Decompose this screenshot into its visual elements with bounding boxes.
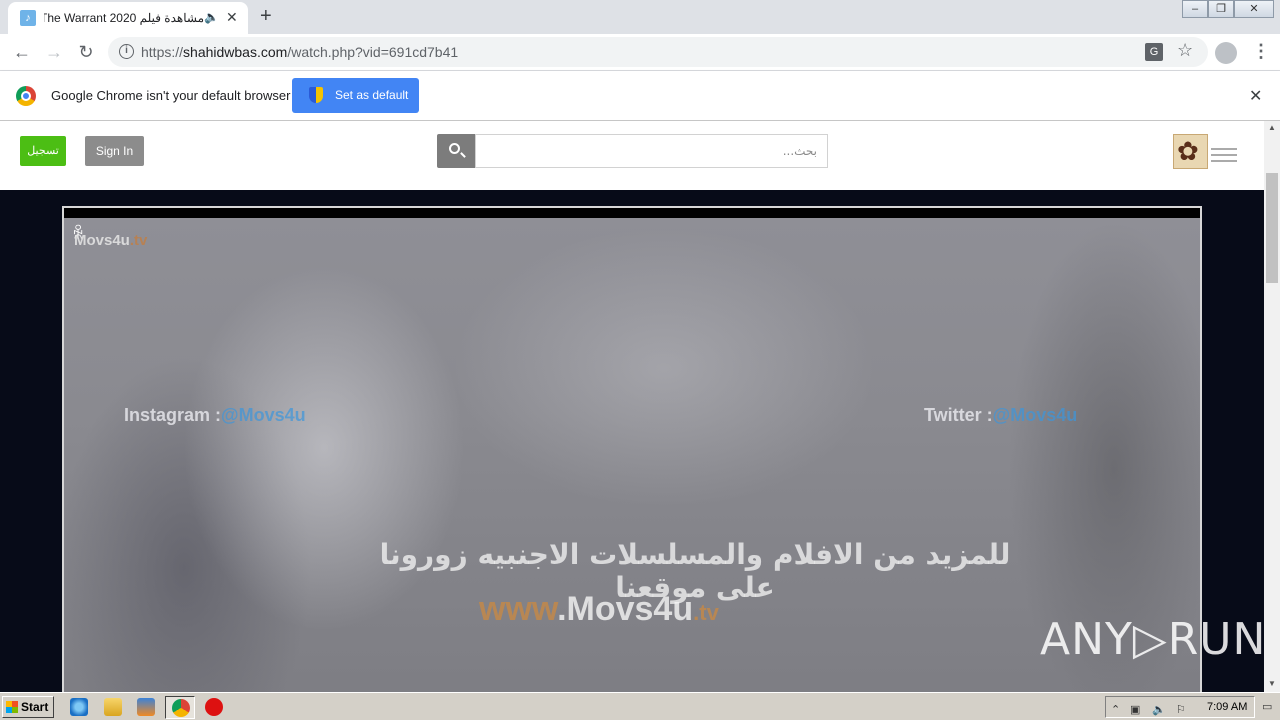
action-center-flag-icon[interactable]: ⚐ xyxy=(1176,703,1186,716)
video-frame[interactable]: ꆜ Movs4u.tv Instagram :@Movs4u Twitter :… xyxy=(64,218,1200,692)
forward-arrow-icon[interactable]: → xyxy=(42,40,66,64)
reload-icon[interactable]: ↻ xyxy=(74,40,98,64)
default-browser-infobar: Google Chrome isn't your default browser… xyxy=(0,71,1280,121)
site-info-icon[interactable]: i xyxy=(119,44,134,59)
url-scheme: https:// xyxy=(141,44,184,60)
windows-taskbar: Start ⌃ ▣ 🔈 ⚐ 7:09 AM ▭ xyxy=(0,692,1280,720)
file-explorer-icon[interactable] xyxy=(104,698,122,716)
show-desktop-icon[interactable]: ▭ xyxy=(1262,700,1272,713)
chrome-taskbar-icon xyxy=(172,699,190,717)
search-icon xyxy=(449,143,460,154)
url-main: .Movs4u xyxy=(557,590,694,628)
browser-toolbar: ← → ↻ i https://shahidwbas.com/watch.php… xyxy=(0,34,1280,71)
address-bar[interactable]: i https://shahidwbas.com/watch.php?vid=6… xyxy=(108,37,1208,67)
url-text[interactable]: https://shahidwbas.com/watch.php?vid=691… xyxy=(141,44,458,60)
volume-icon[interactable]: 🔈 xyxy=(1152,703,1166,716)
infobar-message: Google Chrome isn't your default browser xyxy=(51,88,291,103)
opera-icon[interactable] xyxy=(205,698,223,716)
player-top-bar xyxy=(64,208,1200,218)
anyrun-watermark: ANY▷RUN xyxy=(1040,614,1267,665)
page-viewport: تسجيل Sign In ꆜ Movs4u.tv Instagram :@Mo… xyxy=(0,121,1264,692)
watermark-text: Movs4u xyxy=(74,232,130,249)
twitter-handle: @Movs4u xyxy=(992,405,1078,425)
uac-shield-icon xyxy=(309,87,323,103)
instagram-label: Instagram : xyxy=(124,405,222,425)
url-path: /watch.php?vid=691cd7b41 xyxy=(287,44,459,60)
music-favicon-icon: ♪ xyxy=(20,10,36,26)
restore-window-button[interactable]: ❐ xyxy=(1208,0,1234,18)
site-logo[interactable] xyxy=(1173,134,1208,169)
page-scrollbar[interactable]: ▲ ▼ xyxy=(1264,121,1280,692)
video-player[interactable]: ꆜ Movs4u.tv Instagram :@Movs4u Twitter :… xyxy=(62,206,1202,692)
search-button[interactable] xyxy=(437,134,475,168)
url-host: shahidwbas.com xyxy=(183,44,288,60)
media-player-icon[interactable] xyxy=(137,698,155,716)
movs4u-url-overlay: www.Movs4u.tv xyxy=(479,590,719,629)
bookmark-star-icon[interactable]: ☆ xyxy=(1177,40,1193,61)
hamburger-menu-icon[interactable] xyxy=(1211,148,1237,162)
scroll-down-arrow-icon[interactable]: ▼ xyxy=(1268,679,1276,688)
site-header: تسجيل Sign In xyxy=(0,121,1264,190)
tab-title: مشاهدة فيلم The Warrant 2020 xyxy=(44,11,204,25)
windows-logo-icon xyxy=(6,701,18,713)
back-arrow-icon[interactable]: ← xyxy=(10,40,34,64)
watermark-suffix: .tv xyxy=(129,232,148,249)
internet-explorer-icon[interactable] xyxy=(70,698,88,716)
corner-watermark: Movs4u.tv xyxy=(74,232,147,249)
instagram-caption: Instagram :@Movs4u xyxy=(124,405,306,426)
scroll-up-arrow-icon[interactable]: ▲ xyxy=(1268,123,1276,132)
twitter-caption: Twitter :@Movs4u xyxy=(924,405,1077,426)
minimize-window-button[interactable]: – xyxy=(1182,0,1208,18)
start-button[interactable]: Start xyxy=(2,696,54,718)
taskbar-clock[interactable]: 7:09 AM xyxy=(1207,701,1247,713)
url-suffix: .tv xyxy=(693,600,719,625)
start-label: Start xyxy=(21,700,49,714)
speaker-icon[interactable]: 🔈 xyxy=(204,10,219,24)
set-as-default-button[interactable]: Set as default xyxy=(292,78,419,113)
sign-in-button[interactable]: Sign In xyxy=(85,136,144,166)
profile-avatar-icon[interactable] xyxy=(1215,42,1237,64)
new-tab-button[interactable]: + xyxy=(260,5,272,28)
instagram-handle: @Movs4u xyxy=(221,405,306,425)
register-button[interactable]: تسجيل xyxy=(20,136,66,166)
close-infobar-icon[interactable]: ✕ xyxy=(1249,86,1262,106)
close-tab-icon[interactable]: ✕ xyxy=(226,9,238,26)
tray-expand-icon[interactable]: ⌃ xyxy=(1111,703,1120,716)
search-input[interactable] xyxy=(475,134,828,168)
tab-active[interactable]: ♪ مشاهدة فيلم The Warrant 2020 🔈 ✕ xyxy=(8,2,248,34)
taskbar-chrome-button[interactable] xyxy=(165,696,195,719)
chrome-logo-icon xyxy=(16,86,36,106)
scroll-thumb[interactable] xyxy=(1266,173,1278,283)
twitter-label: Twitter : xyxy=(924,405,993,425)
set-as-default-label: Set as default xyxy=(335,88,409,102)
tab-strip: ♪ مشاهدة فيلم The Warrant 2020 🔈 ✕ + – ❐… xyxy=(0,0,1280,34)
network-icon[interactable]: ▣ xyxy=(1130,703,1140,716)
kebab-menu-icon[interactable]: ⋮ xyxy=(1252,41,1270,62)
close-window-button[interactable]: ✕ xyxy=(1234,0,1274,18)
translate-icon[interactable]: G xyxy=(1145,43,1163,61)
url-prefix: www xyxy=(479,590,558,628)
